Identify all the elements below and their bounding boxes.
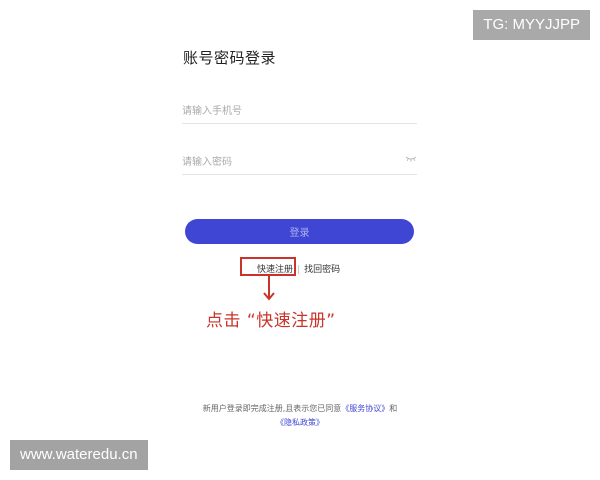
agreement-conjunction: 和 [389, 404, 398, 413]
eye-closed-icon[interactable] [405, 154, 417, 164]
link-separator: | [297, 265, 301, 275]
login-button[interactable]: 登录 [185, 219, 414, 244]
agreement-text: 新用户登录即完成注册,且表示您已同意《服务协议》和 《隐私政策》 [0, 402, 600, 430]
agreement-line-2: 《隐私政策》 [0, 416, 600, 430]
phone-input[interactable] [182, 100, 382, 123]
forgot-password-link[interactable]: 找回密码 [304, 265, 340, 275]
register-highlight-box [240, 257, 296, 276]
password-field [182, 150, 417, 175]
privacy-policy-link[interactable]: 《隐私政策》 [276, 418, 324, 427]
service-terms-link[interactable]: 《服务协议》 [341, 404, 389, 413]
page-title: 账号密码登录 [183, 49, 277, 67]
phone-field [182, 99, 417, 124]
password-input[interactable] [182, 151, 382, 174]
arrow-down-icon [263, 276, 275, 301]
watermark-tag: TG: MYYJJPP [473, 10, 590, 40]
instruction-annotation: 点击 “快速注册” [206, 311, 336, 331]
site-watermark: www.wateredu.cn [10, 440, 148, 470]
agreement-line-1: 新用户登录即完成注册,且表示您已同意《服务协议》和 [0, 402, 600, 416]
agreement-prefix: 新用户登录即完成注册,且表示您已同意 [202, 404, 342, 413]
